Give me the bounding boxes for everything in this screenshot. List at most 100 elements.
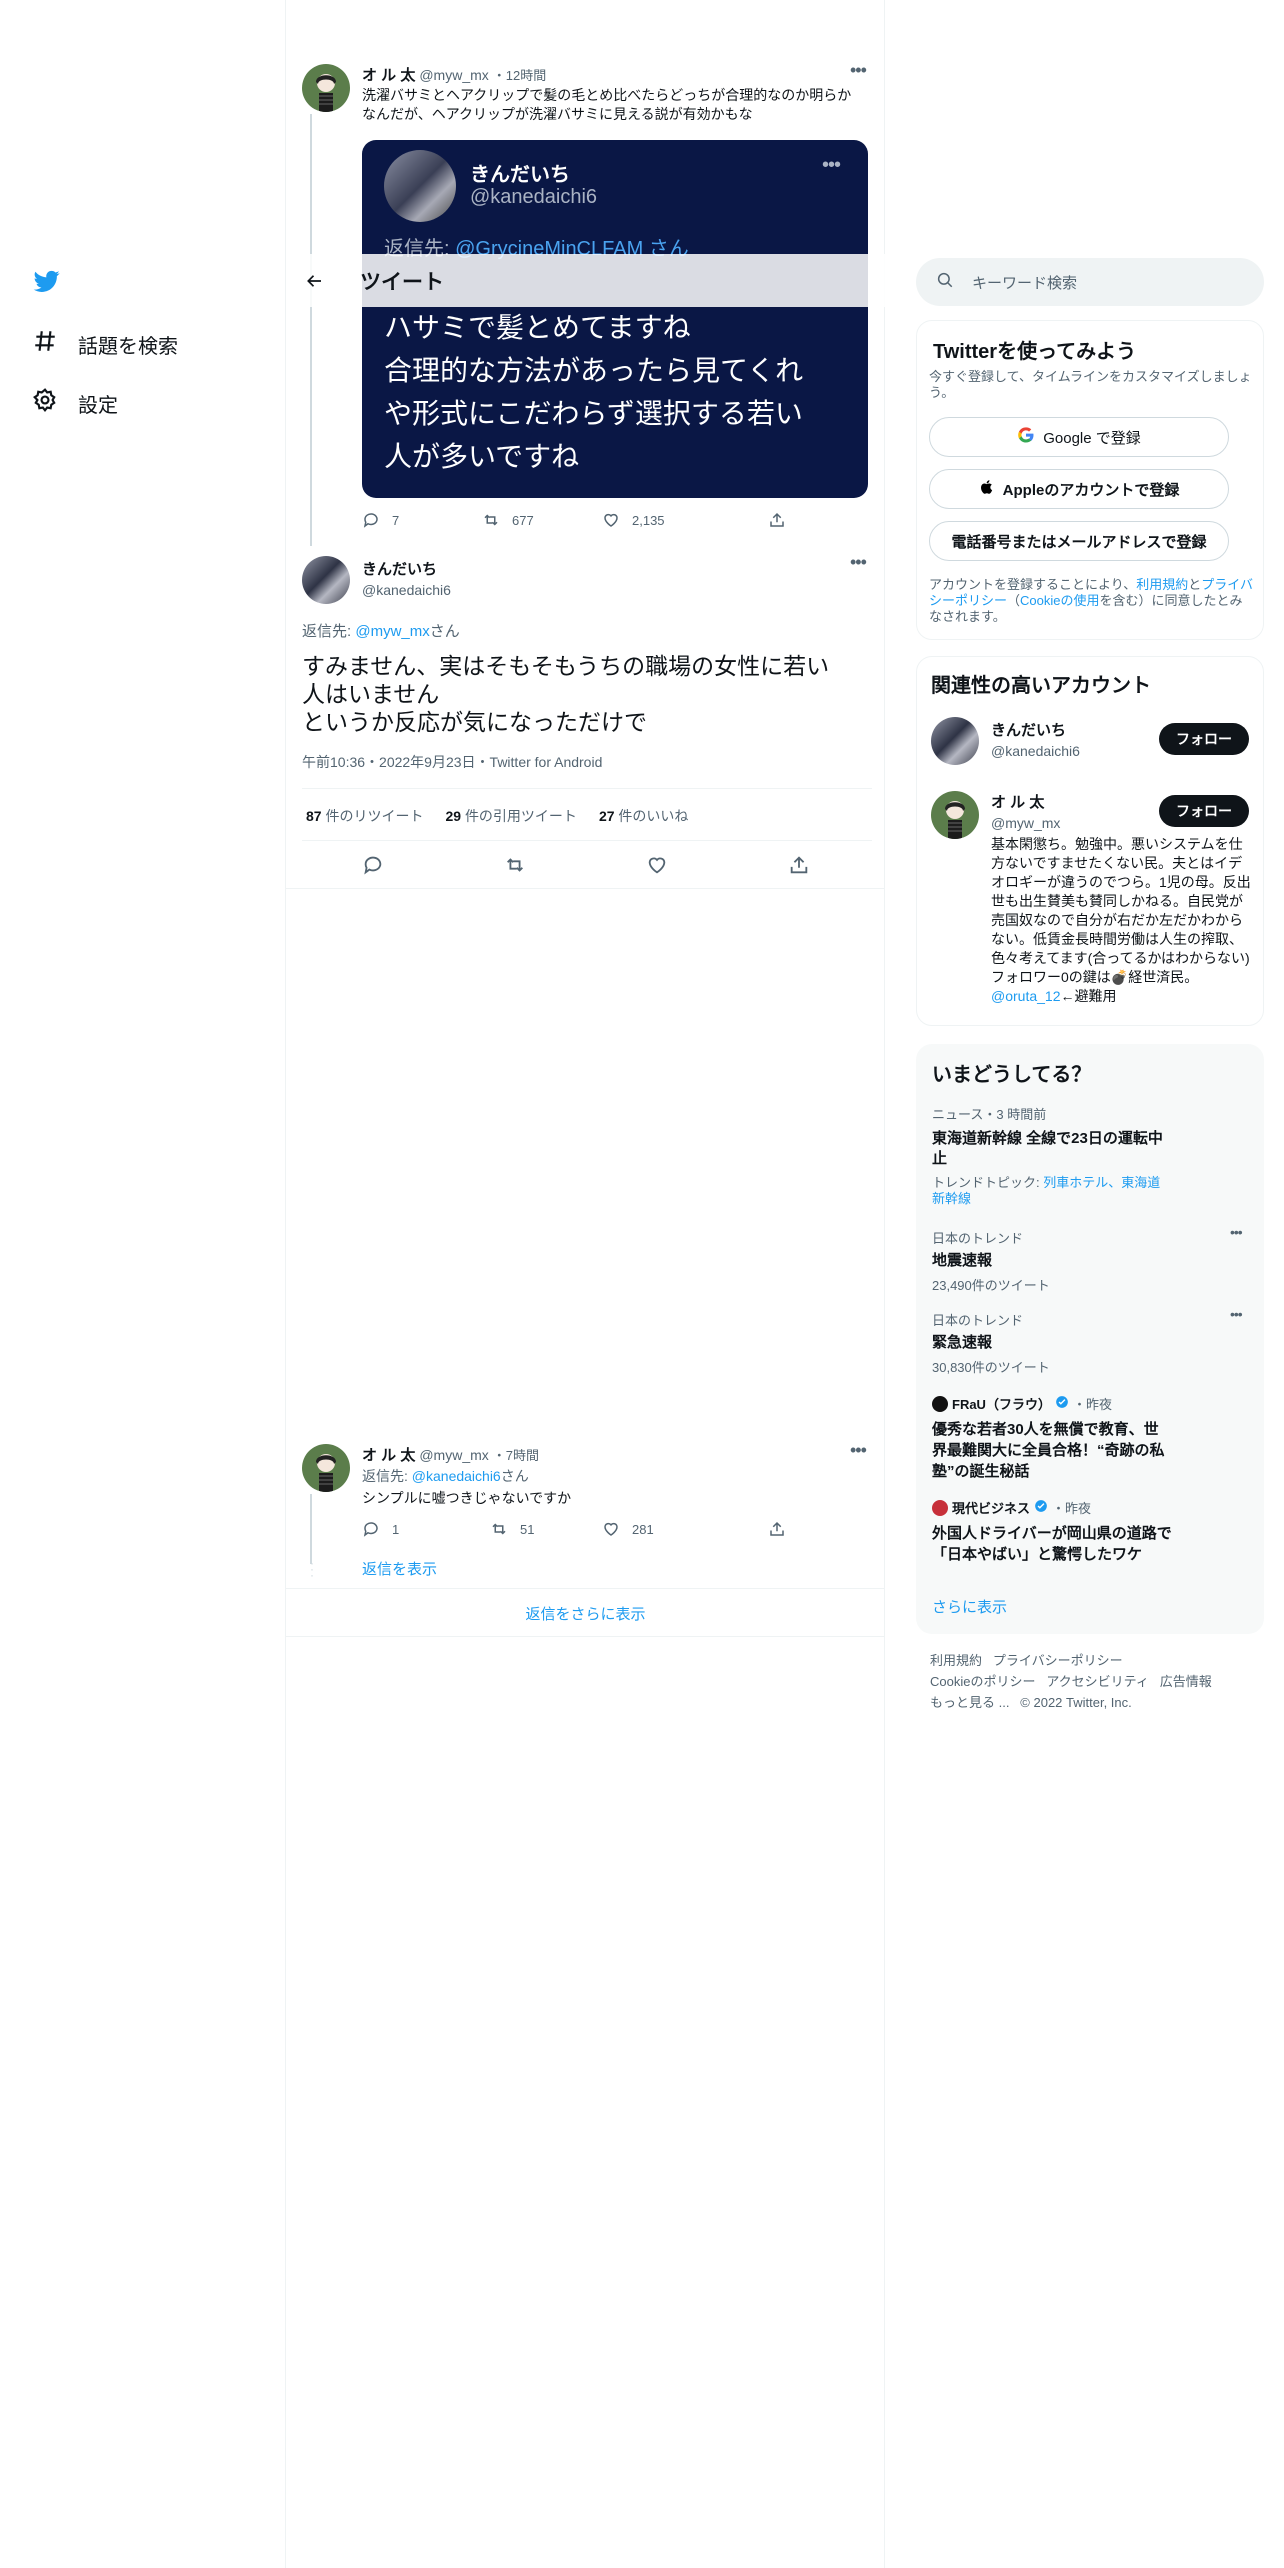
- more-options-icon[interactable]: •••: [850, 552, 867, 573]
- hashtag-icon: [32, 328, 58, 360]
- reply-mention-link[interactable]: @kanedaichi6: [412, 1468, 501, 1484]
- nav-settings[interactable]: 設定: [32, 387, 118, 419]
- like-button[interactable]: 2,135: [602, 511, 665, 529]
- avatar[interactable]: [931, 717, 979, 765]
- divider: [286, 1588, 885, 1589]
- author-name[interactable]: オ ル 太: [362, 1444, 415, 1465]
- nav-explore[interactable]: 話題を検索: [32, 328, 178, 360]
- like-button[interactable]: 281: [602, 1520, 654, 1538]
- trends-card: いまどうしてる？ ニュース・3 時間前 東海道新幹線 全線で23日の運転中止 ト…: [916, 1044, 1264, 1634]
- divider: [286, 1636, 885, 1637]
- reply-icon: [363, 513, 378, 528]
- apple-icon: [979, 478, 995, 500]
- signup-legal: アカウントを登録することにより、利用規約とプライバシーポリシー（Cookieの使…: [929, 577, 1254, 624]
- quoted-text: ハサミで髪とめてますね 合理的な方法があったら見てくれ や形式にこだわらず選択す…: [384, 312, 804, 472]
- trend-item[interactable]: ニュース・3 時間前 東海道新幹線 全線で23日の運転中止 トレンドトピック: …: [932, 1104, 1172, 1207]
- retweet-icon: [484, 514, 498, 526]
- footer-link[interactable]: アクセシビリティ: [1046, 1674, 1149, 1689]
- twitter-logo-icon[interactable]: [32, 268, 62, 299]
- footer-link[interactable]: 利用規約: [930, 1653, 982, 1668]
- page-title: ツイート: [360, 270, 444, 294]
- more-options-icon[interactable]: •••: [850, 60, 867, 81]
- tweet-text: シンプルに嘘つきじゃないですか: [362, 1490, 572, 1506]
- trend-item[interactable]: 日本のトレンド 地震速報 23,490件のツイート: [932, 1228, 1232, 1294]
- divider: [302, 840, 872, 841]
- author-handle[interactable]: @myw_mx: [419, 1447, 488, 1463]
- more-options-icon[interactable]: •••: [850, 1440, 867, 1461]
- terms-link[interactable]: 利用規約: [1136, 577, 1188, 592]
- quoted-name: きんだいち: [470, 164, 570, 186]
- trend-item[interactable]: 日本のトレンド 緊急速報 30,830件のツイート: [932, 1310, 1232, 1376]
- google-signup-button[interactable]: Google で登録: [929, 417, 1229, 457]
- quoted-avatar: [384, 150, 456, 222]
- reply-mention-link[interactable]: @myw_mx: [355, 623, 429, 640]
- related-account[interactable]: きんだいち @kanedaichi6: [991, 719, 1080, 759]
- author-name[interactable]: オ ル 太: [362, 64, 415, 85]
- retweet-icon: [492, 1523, 506, 1535]
- footer-link[interactable]: プライバシーポリシー: [993, 1653, 1123, 1668]
- avatar[interactable]: [302, 556, 350, 604]
- tweet-timestamp[interactable]: 午前10:36・2022年9月23日・Twitter for Android: [302, 752, 602, 772]
- share-icon: [770, 1521, 784, 1536]
- author-handle[interactable]: @kanedaichi6: [362, 582, 451, 598]
- quoted-image[interactable]: きんだいち @kanedaichi6 ••• 返信先: @GrycineMinC…: [362, 140, 868, 498]
- heart-icon[interactable]: [646, 854, 668, 881]
- tweet-time[interactable]: ・12時間: [493, 65, 546, 84]
- retweet-button[interactable]: 677: [482, 511, 534, 529]
- search-icon: [936, 271, 954, 294]
- follow-button[interactable]: フォロー: [1159, 723, 1249, 755]
- tweet-text: すみません、実はそもそもうちの職場の女性に若い 人はいません というか反応が気に…: [302, 653, 830, 735]
- news-item[interactable]: 現代ビジネス ・昨夜 外国人ドライバーが岡山県の道路で「日本やばい」と驚愕したワ…: [932, 1498, 1172, 1565]
- footer-more-link[interactable]: もっと見る ...: [930, 1695, 1009, 1710]
- nav-settings-label: 設定: [78, 394, 118, 417]
- reply-icon[interactable]: [362, 854, 384, 881]
- author-name[interactable]: きんだいち: [362, 558, 451, 579]
- apple-signup-button[interactable]: Appleのアカウントで登録: [929, 469, 1229, 509]
- reply-tweet[interactable]: オ ル 太 @myw_mx ・7時間 ••• 返信先: @kanedaichi6…: [302, 1440, 872, 1584]
- tweet-text: 洗濯バサミとヘアクリップで髪の毛とめ比べたらどっちが合理的なのか明らかなんだが、…: [362, 87, 852, 122]
- back-arrow-icon[interactable]: [302, 268, 328, 294]
- retweet-button[interactable]: 51: [490, 1520, 534, 1538]
- heart-icon: [604, 1522, 618, 1536]
- show-more-trends-link[interactable]: さらに表示: [932, 1596, 1007, 1617]
- more-options-icon[interactable]: •••: [1230, 1224, 1243, 1240]
- footer-link[interactable]: 広告情報: [1160, 1674, 1212, 1689]
- footer-link[interactable]: Cookieのポリシー: [930, 1674, 1035, 1689]
- engagement-stats: 87 件のリツイート 29 件の引用ツイート 27 件のいいね: [306, 806, 688, 826]
- retweet-icon[interactable]: [504, 854, 526, 881]
- thread-line: [310, 1494, 312, 1564]
- signup-card: Twitterを使ってみよう 今すぐ登録して、タイムラインをカスタマイズしましょ…: [916, 320, 1264, 640]
- more-options-icon[interactable]: •••: [1230, 1306, 1243, 1322]
- search-placeholder: キーワード検索: [972, 274, 1078, 292]
- share-button[interactable]: [768, 1520, 786, 1538]
- author-handle[interactable]: @myw_mx: [419, 67, 488, 83]
- left-navigation: 話題を検索 設定: [0, 0, 286, 2568]
- show-replies-link[interactable]: 返信を表示: [362, 1558, 437, 1579]
- related-account[interactable]: オ ル 太 @myw_mx: [991, 791, 1060, 831]
- heart-icon: [604, 513, 618, 527]
- search-box[interactable]: キーワード検索: [916, 258, 1264, 306]
- share-icon[interactable]: [788, 854, 810, 881]
- news-item[interactable]: FRaU（フラウ） ・昨夜 優秀な若者30人を無償で教育、世界最難関大に全員合格…: [932, 1394, 1172, 1482]
- avatar[interactable]: [302, 1444, 350, 1492]
- trends-title: いまどうしてる？: [932, 1064, 1092, 1086]
- related-accounts-card: 関連性の高いアカウント きんだいち @kanedaichi6 フォロー オ ル …: [916, 656, 1264, 1026]
- google-icon: [1017, 426, 1035, 448]
- cookie-link[interactable]: Cookieの使用: [1020, 593, 1099, 608]
- avatar[interactable]: [302, 64, 350, 112]
- reply-button[interactable]: 7: [362, 511, 399, 529]
- show-more-replies-button[interactable]: 返信をさらに表示: [286, 1603, 885, 1624]
- reply-icon: [363, 1522, 378, 1537]
- like-count[interactable]: 27 件のいいね: [599, 806, 688, 826]
- quoted-more-icon: •••: [822, 154, 841, 176]
- retweet-count[interactable]: 87 件のリツイート: [306, 806, 423, 826]
- quote-count[interactable]: 29 件の引用ツイート: [445, 806, 576, 826]
- phone-email-signup-button[interactable]: 電話番号またはメールアドレスで登録: [929, 521, 1229, 561]
- signup-subtitle: 今すぐ登録して、タイムラインをカスタマイズしましょう。: [929, 369, 1252, 400]
- follow-button[interactable]: フォロー: [1159, 795, 1249, 827]
- avatar[interactable]: [931, 791, 979, 839]
- tweet-time[interactable]: ・7時間: [493, 1445, 539, 1464]
- share-button[interactable]: [768, 511, 786, 529]
- bio-mention-link[interactable]: @oruta_12: [991, 988, 1060, 1004]
- reply-button[interactable]: 1: [362, 1520, 399, 1538]
